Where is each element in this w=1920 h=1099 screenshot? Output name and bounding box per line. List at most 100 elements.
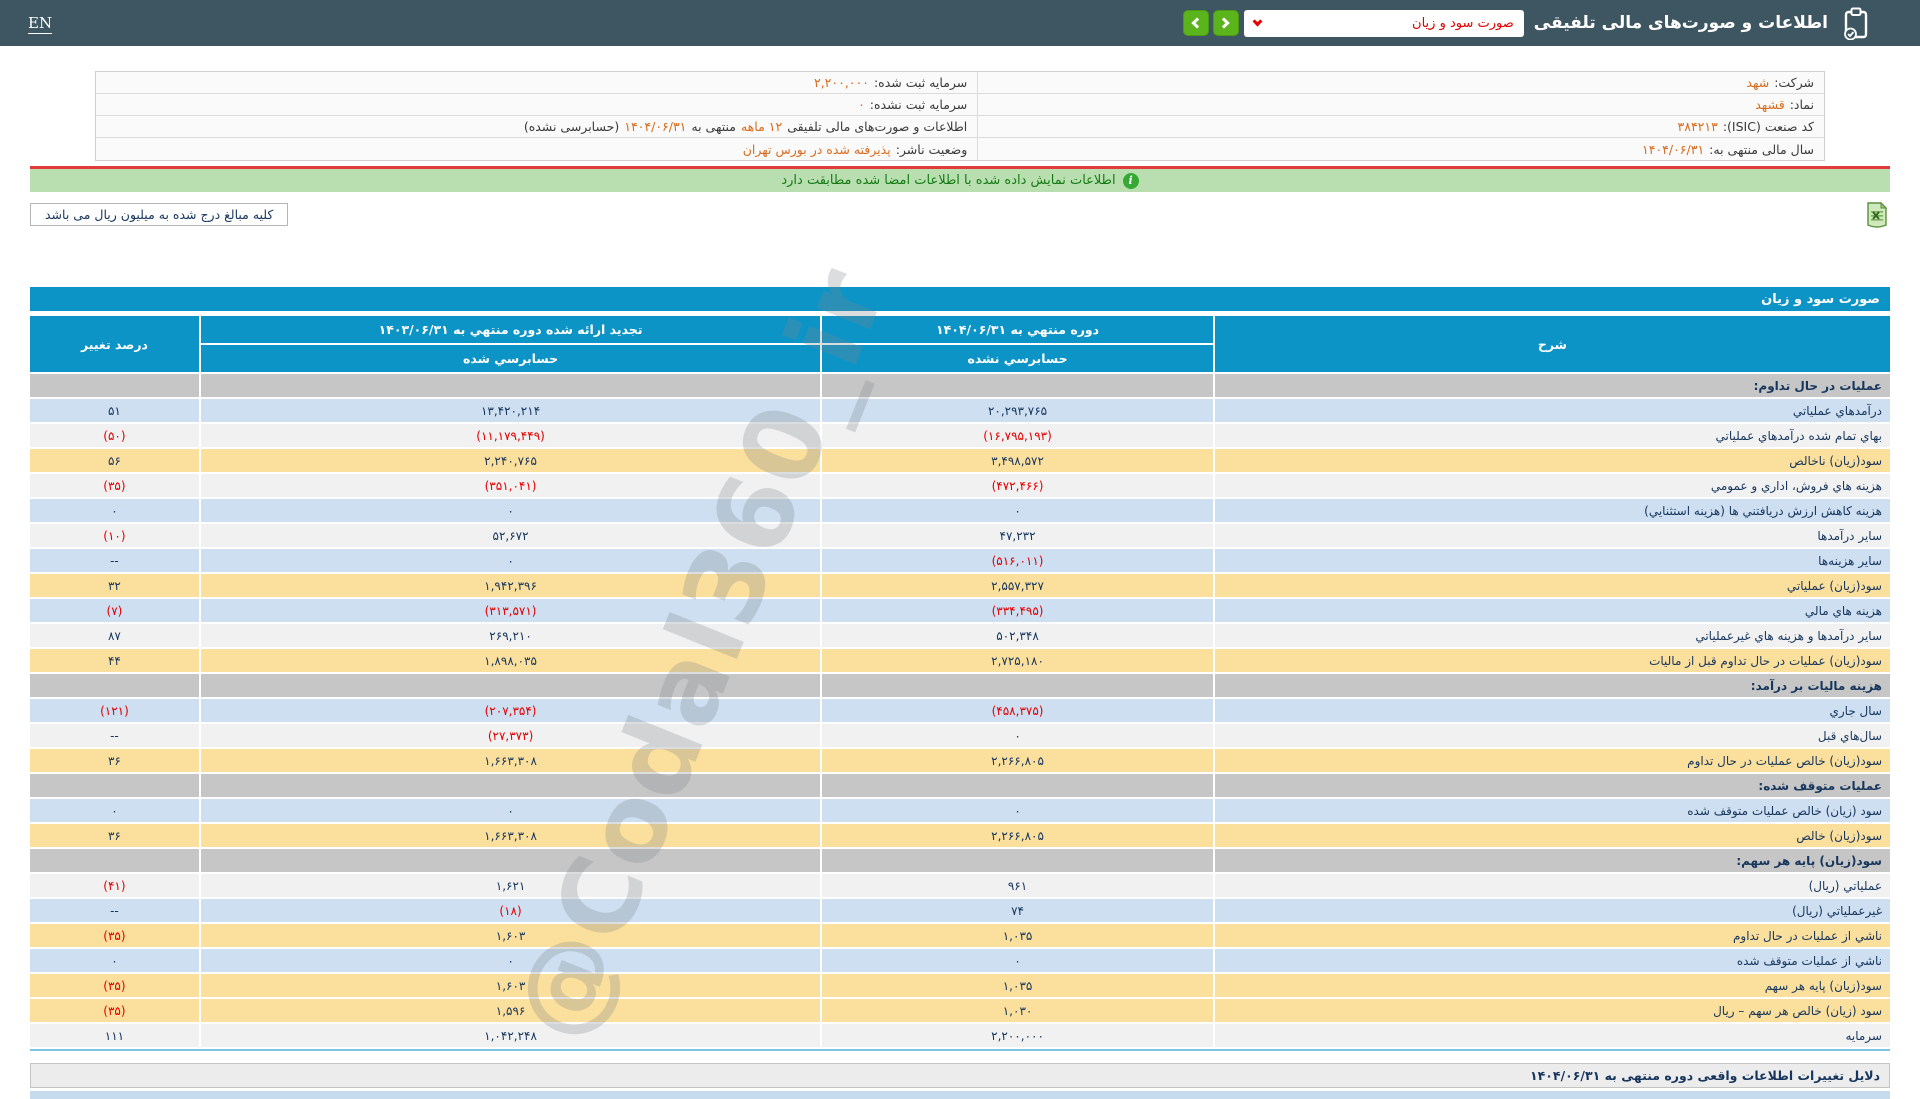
page-title: اطلاعات و صورت‌های مالی تلفیقی — [1533, 13, 1828, 33]
row-label: سود(زيان) عمليات در حال تداوم قبل از مال… — [1214, 649, 1890, 672]
issuer-status-value: پذیرفته شده در بورس تهران — [742, 141, 891, 157]
table-row: هزينه كاهش ارزش دريافتني ها (هزينه استثن… — [30, 499, 1890, 522]
excel-export-icon[interactable] — [1864, 201, 1890, 228]
table-row: سود(زيان) عملياتي ۲,۵۵۷,۳۲۷ ۱,۹۴۲,۳۹۶ ۳۲ — [30, 574, 1890, 597]
cell-period-current: ۲,۲۰۰,۰۰۰ — [822, 1024, 1213, 1047]
row-label: سود(زيان) ناخالص — [1214, 449, 1890, 472]
chevron-down-icon — [1252, 16, 1263, 26]
cell-period-prior: ۵۲,۶۷۲ — [200, 524, 821, 547]
cell-percent-change — [30, 674, 199, 697]
row-label: سال‌هاي قبل — [1214, 724, 1890, 747]
cell-percent-change — [30, 374, 199, 397]
cell-percent-change: (۱۰) — [30, 524, 199, 547]
footer-reasons-bar: دلایل تغییرات اطلاعات واقعی دوره منتهی ب… — [30, 1063, 1890, 1088]
chevron-right-icon — [1218, 17, 1230, 29]
cell-period-current: (۴۷۲,۴۶۶) — [822, 474, 1213, 497]
table-header: شرح دوره منتهي به ۱۴۰۴/۰۶/۳۱ حسابرسي نشد… — [30, 316, 1890, 372]
cell-percent-change: ۳۶ — [30, 824, 199, 847]
table-row: هزينه هاي مالي (۳۳۴,۴۹۵) (۳۱۳,۵۷۱) (۷) — [30, 599, 1890, 622]
prev-statement-button[interactable] — [1182, 10, 1209, 36]
section-row: هزينه ماليات بر درآمد: — [30, 674, 1890, 697]
cell-period-prior: ۲,۲۴۰,۷۶۵ — [200, 449, 821, 472]
cell-period-current: ۱,۰۳۵ — [822, 924, 1213, 947]
pl-table-body: عملیات در حال تداوم: درآمدهاي عملياتي ۲۰,۲… — [30, 374, 1890, 1051]
row-label: هزينه هاي مالي — [1214, 599, 1890, 622]
cell-period-current — [822, 674, 1213, 697]
cell-percent-change: (۳۵) — [30, 474, 199, 497]
cell-period-current: ۳,۴۹۸,۵۷۲ — [822, 449, 1213, 472]
bottom-partial-row — [30, 1091, 1890, 1099]
info-row-isic: کد صنعت (ISIC): ۳۸۴۲۱۳ اطلاعات و صورت‌ها… — [96, 116, 1824, 138]
row-label: سود(زيان) عملياتي — [1214, 574, 1890, 597]
symbol-value: قشهد — [1755, 97, 1785, 112]
current-period-audit-status: حسابرسي نشده — [822, 345, 1213, 372]
column-header-description: شرح — [1214, 316, 1890, 372]
cell-percent-change: ۰ — [30, 799, 199, 822]
cell-period-prior: (۱۱,۱۷۹,۴۴۹) — [200, 424, 821, 447]
registered-capital-value: ۲,۲۰۰,۰۰۰ — [814, 75, 869, 90]
prior-period-audit-status: حسابرسي شده — [200, 345, 821, 372]
cell-period-prior: ۰ — [200, 499, 821, 522]
cell-period-current: (۱۶,۷۹۵,۱۹۳) — [822, 424, 1213, 447]
table-title-bar: صورت سود و زیان — [30, 287, 1890, 311]
next-statement-button[interactable] — [1212, 10, 1239, 36]
cell-percent-change: (۵۰) — [30, 424, 199, 447]
cell-percent-change: ۰ — [30, 499, 199, 522]
row-label: عملياتي (ريال) — [1214, 874, 1890, 897]
report-part-1: اطلاعات و صورت‌های مالی تلفیقی — [787, 119, 968, 134]
row-label: هزينه هاي فروش، اداري و عمومي — [1214, 474, 1890, 497]
info-icon: i — [1122, 172, 1139, 189]
language-en-link[interactable]: EN — [28, 14, 52, 32]
cell-period-prior: ۱,۹۴۲,۳۹۶ — [200, 574, 821, 597]
row-label: سال جاري — [1214, 699, 1890, 722]
row-label: ناشي از عمليات در حال تداوم — [1214, 924, 1890, 947]
cell-percent-change: ۱۱۱ — [30, 1024, 199, 1047]
row-label: ساير هزينه‌ها — [1214, 549, 1890, 572]
cell-period-current: (۵۱۶,۰۱۱) — [822, 549, 1213, 572]
cell-period-current: ۲,۵۵۷,۳۲۷ — [822, 574, 1213, 597]
statement-type-select[interactable]: صورت سود و زیان — [1243, 9, 1524, 37]
table-row: سود(زيان) ناخالص ۳,۴۹۸,۵۷۲ ۲,۲۴۰,۷۶۵ ۵۶ — [30, 449, 1890, 472]
cell-percent-change: (۳۵) — [30, 924, 199, 947]
row-label: ساير درآمدها و هزينه هاي غيرعملياتي — [1214, 624, 1890, 647]
company-info-table: شرکت: شهد سرمایه ثبت شده: ۲,۲۰۰,۰۰۰ نماد… — [95, 71, 1825, 161]
row-label: سود(زيان) خالص — [1214, 824, 1890, 847]
cell-period-prior: ۰ — [200, 549, 821, 572]
company-value: شهد — [1746, 75, 1770, 90]
table-row: درآمدهاي عملياتي ۲۰,۲۹۳,۷۶۵ ۱۳,۴۲۰,۲۱۴ ۵۱ — [30, 399, 1890, 422]
cell-period-current: ۲,۷۲۵,۱۸۰ — [822, 649, 1213, 672]
table-row: سود (زيان) خالص هر سهم – ريال ۱,۰۳۰ ۱,۵۹۶(… — [30, 999, 1890, 1022]
cell-period-prior: (۳۵۱,۰۴۱) — [200, 474, 821, 497]
report-period-text: اطلاعات و صورت‌های مالی تلفیقی ۱۲ ماهه م… — [96, 116, 977, 137]
cell-percent-change: (۳۵) — [30, 974, 199, 997]
section-row: سود(زيان) پايه هر سهم: — [30, 849, 1890, 872]
cell-period-prior: ۲۶۹,۲۱۰ — [200, 624, 821, 647]
clipboard-report-icon[interactable] — [1842, 7, 1870, 40]
table-row: ساير درآمدها و هزينه هاي غيرعملياتي ۵۰۲,۳… — [30, 624, 1890, 647]
cell-period-current: ۴۷,۲۳۲ — [822, 524, 1213, 547]
table-row: سود (زيان) خالص عمليات متوقف شده ۰ ۰ ۰ — [30, 799, 1890, 822]
column-header-current-period: دوره منتهي به ۱۴۰۴/۰۶/۳۱ حسابرسي نشده — [822, 316, 1213, 372]
signed-banner-text: اطلاعات نمایش داده شده با اطلاعات امضا ش… — [781, 173, 1116, 188]
cell-percent-change: ۰ — [30, 949, 199, 972]
cell-period-current: ۰ — [822, 949, 1213, 972]
table-row: سود(زيان) پايه هر سهم ۱,۰۳۵ ۱,۶۰۳ (۳۵) — [30, 974, 1890, 997]
table-row: سود(زيان) خالص عمليات در حال تداوم ۲,۲۶۶,… — [30, 749, 1890, 772]
registered-capital-label: سرمایه ثبت شده: — [873, 75, 968, 90]
cell-period-prior: ۱,۶۶۳,۳۰۸ — [200, 824, 821, 847]
cell-period-current: ۱,۰۳۵ — [822, 974, 1213, 997]
row-label: درآمدهاي عملياتي — [1214, 399, 1890, 422]
cell-period-prior: ۰ — [200, 799, 821, 822]
unregistered-capital-value: ۰ — [858, 97, 865, 112]
info-row-symbol: نماد: قشهد سرمایه ثبت نشده: ۰ — [96, 94, 1824, 116]
info-row-company: شرکت: شهد سرمایه ثبت شده: ۲,۲۰۰,۰۰۰ — [96, 72, 1824, 94]
cell-period-prior: ۱,۶۰۳ — [200, 924, 821, 947]
cell-period-prior: ۱,۰۴۲,۲۴۸ — [200, 1024, 821, 1047]
fiscal-year-label: سال مالی منتهی به: — [1709, 141, 1814, 157]
cell-percent-change: (۴۱) — [30, 874, 199, 897]
table-row: سود(زيان) خالص ۲,۲۶۶,۸۰۵ ۱,۶۶۳,۳۰۸ ۳۶ — [30, 824, 1890, 847]
row-label: سرمايه — [1214, 1024, 1890, 1047]
cell-period-prior — [200, 374, 821, 397]
cell-percent-change: (۱۲۱) — [30, 699, 199, 722]
table-row: ناشي از عمليات متوقف شده ۰ ۰ ۰ — [30, 949, 1890, 972]
